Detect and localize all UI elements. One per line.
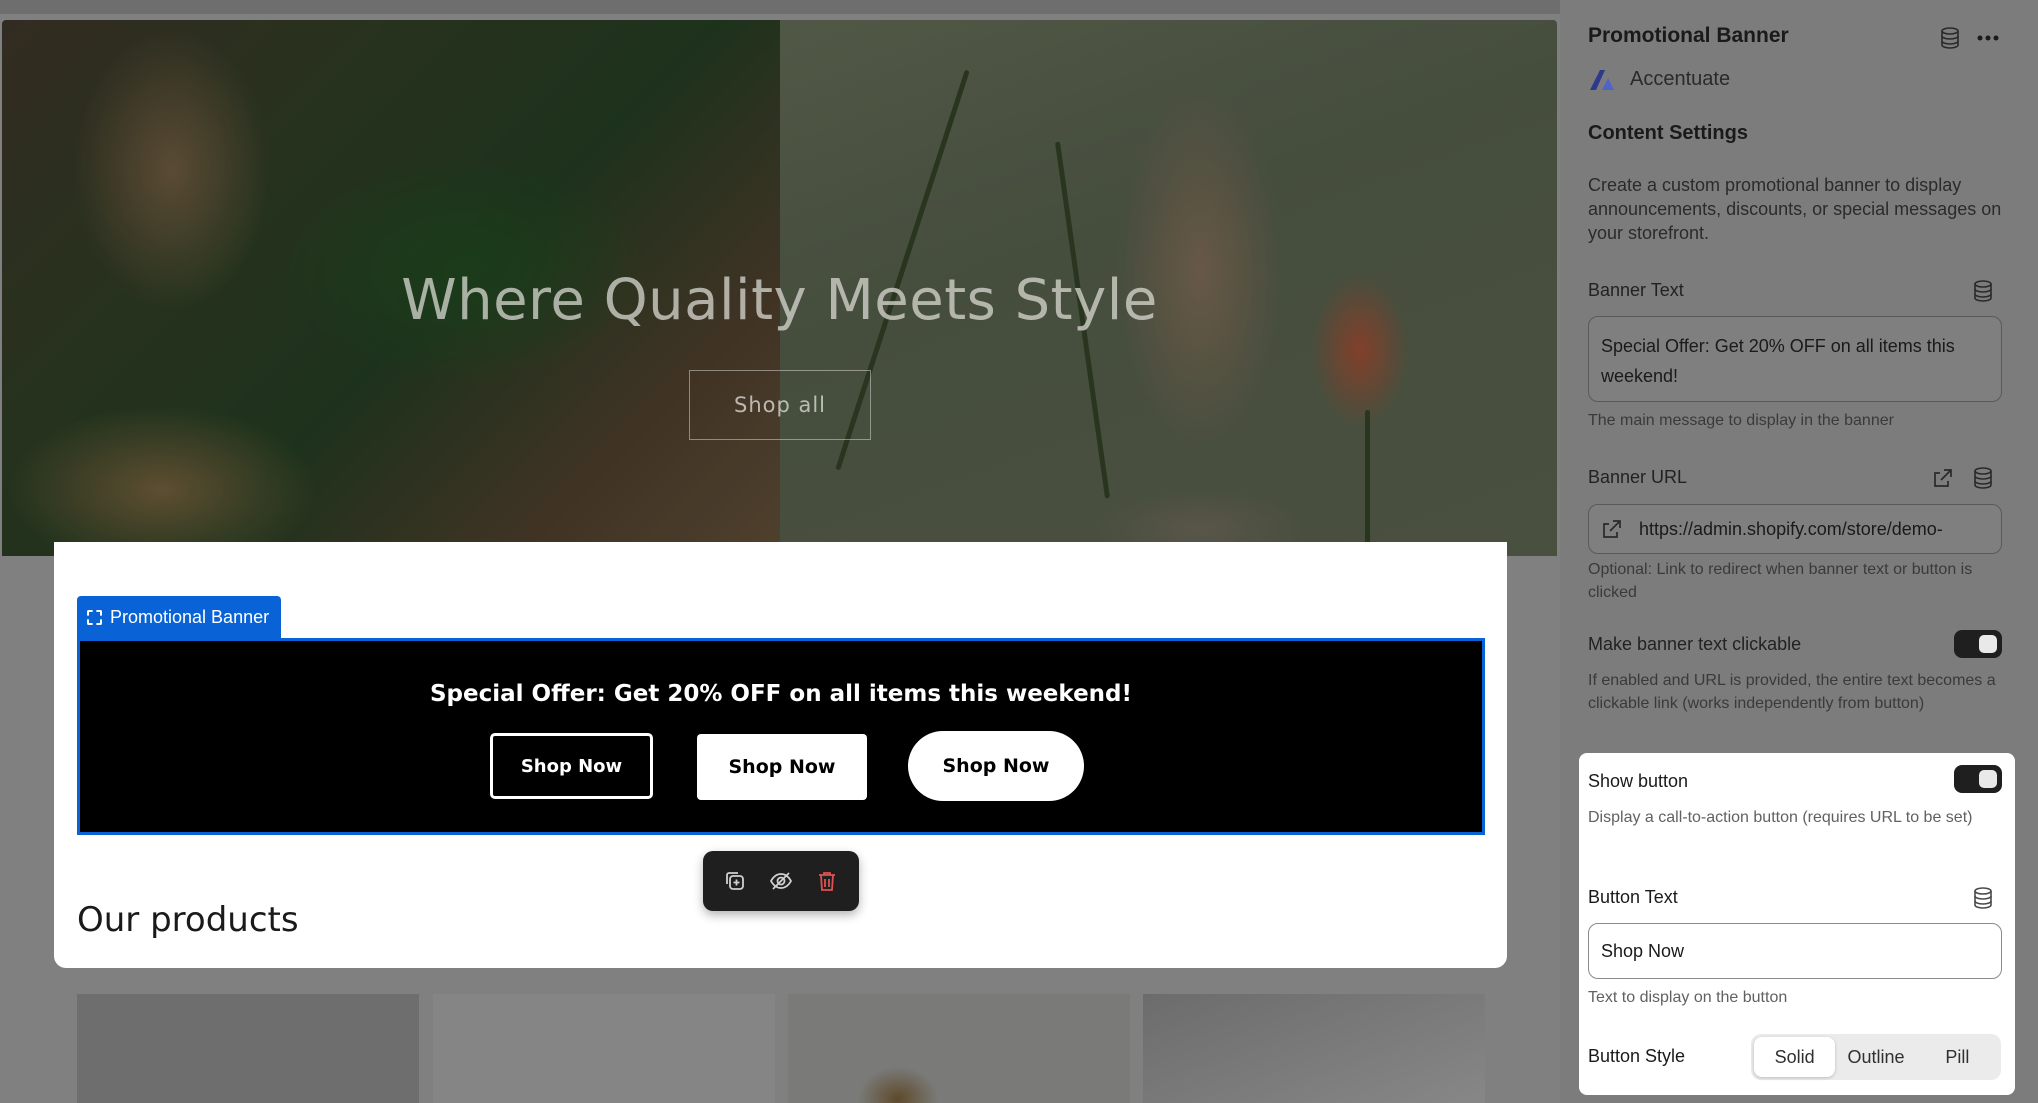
banner-text-label: Banner Text [1588, 280, 1684, 300]
shop-now-pill-button[interactable]: Shop Now [908, 731, 1084, 801]
database-icon[interactable] [1972, 280, 1994, 302]
hero-title: Where Quality Meets Style [401, 268, 1158, 333]
database-icon[interactable] [1972, 467, 1994, 489]
button-text-label: Button Text [1588, 887, 1678, 907]
sidebar-title: Promotional Banner [1588, 24, 1789, 47]
shop-now-solid-button[interactable]: Shop Now [697, 734, 867, 800]
content-settings-title: Content Settings [1588, 122, 1748, 144]
show-button-toggle[interactable] [1954, 765, 2002, 793]
accentuate-logo-icon [1590, 69, 1614, 90]
product-card[interactable] [788, 994, 1130, 1103]
shop-all-button[interactable]: Shop all [689, 370, 871, 440]
duplicate-icon[interactable] [721, 867, 749, 895]
selection-tag-label: Promotional Banner [110, 606, 270, 627]
button-style-pill[interactable]: Pill [1917, 1037, 1998, 1077]
banner-text-help: The main message to display in the banne… [1588, 412, 1894, 429]
selection-frame-icon [87, 609, 102, 625]
selection-tag[interactable]: Promotional Banner [77, 596, 282, 638]
clickable-toggle[interactable] [1954, 630, 2002, 658]
more-options-icon[interactable] [1976, 26, 2000, 50]
button-style-label: Button Style [1588, 1046, 1686, 1066]
content-settings-description: Create a custom promotional banner to di… [1588, 175, 2002, 243]
product-card[interactable] [1143, 994, 1485, 1103]
promo-banner-text[interactable]: Special Offer: Get 20% OFF on all items … [80, 681, 1482, 707]
banner-url-input[interactable]: https://admin.shopify.com/store/demo- [1588, 504, 2002, 554]
link-icon [1603, 520, 1621, 538]
banner-url-label: Banner URL [1588, 467, 1688, 487]
product-card[interactable] [433, 994, 775, 1103]
app-name: Accentuate [1630, 68, 1731, 90]
show-button-label: Show button [1588, 771, 1689, 791]
hero-section[interactable]: Where Quality Meets Style Shop all [2, 20, 1557, 556]
app-source: Accentuate [1588, 68, 1730, 91]
external-link-icon[interactable] [1932, 467, 1954, 489]
button-text-input[interactable]: Shop Now [1588, 923, 2002, 979]
banner-text-input[interactable]: Special Offer: Get 20% OFF on all items … [1588, 316, 2002, 402]
button-style-solid[interactable]: Solid [1754, 1037, 1836, 1077]
product-card[interactable] [77, 994, 419, 1103]
shop-now-outline-button[interactable]: Shop Now [490, 733, 653, 799]
clickable-label: Make banner text clickable [1588, 634, 1802, 654]
button-style-segmented-control: Solid Outline Pill [1751, 1034, 2001, 1080]
banner-url-value: https://admin.shopify.com/store/demo- [1639, 518, 1943, 539]
show-button-help: Display a call-to-action button (require… [1588, 809, 1973, 826]
trash-icon[interactable] [813, 867, 841, 895]
button-style-outline[interactable]: Outline [1835, 1037, 1916, 1077]
block-toolbar [703, 851, 859, 911]
button-text-help: Text to display on the button [1588, 989, 1788, 1006]
sidebar-header: Promotional Banner [1588, 24, 2028, 48]
clickable-help: If enabled and URL is provided, the enti… [1588, 672, 1996, 712]
banner-url-help: Optional: Link to redirect when banner t… [1588, 561, 1973, 601]
database-icon[interactable] [1938, 26, 1962, 50]
products-heading: Our products [77, 900, 299, 940]
promotional-banner[interactable]: Special Offer: Get 20% OFF on all items … [77, 638, 1485, 835]
database-icon[interactable] [1972, 887, 1994, 909]
eye-off-icon[interactable] [767, 867, 795, 895]
